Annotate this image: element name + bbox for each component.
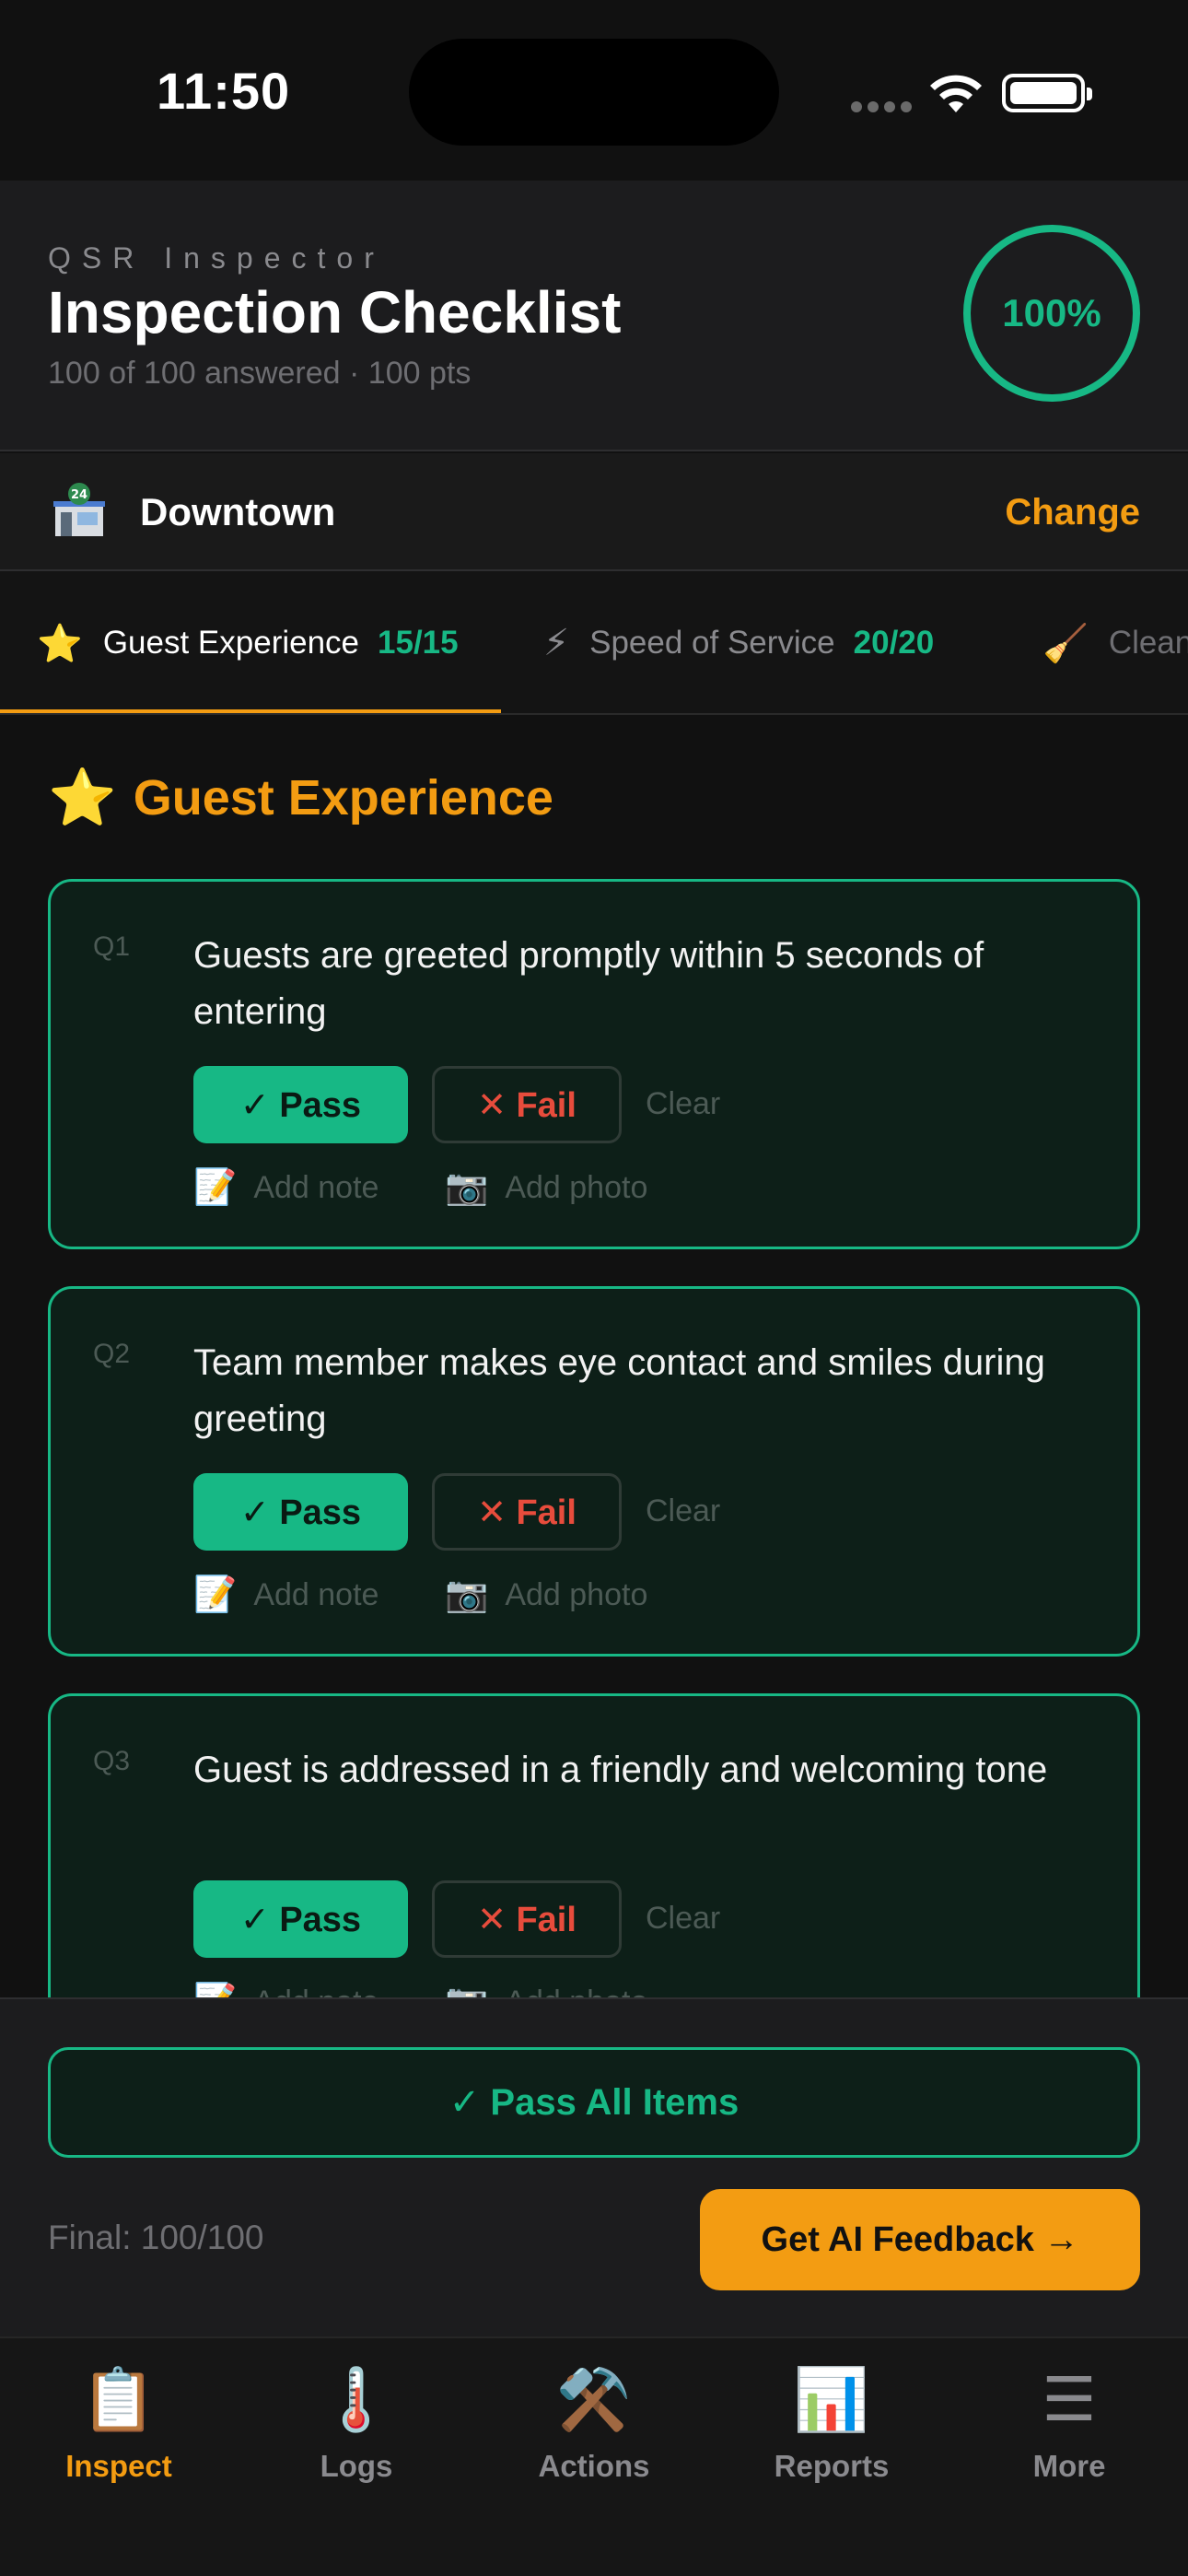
status-time: 11:50	[157, 62, 291, 120]
nav-label: More	[1032, 2449, 1106, 2483]
nav-reports[interactable]: 📊 Reports	[713, 2362, 950, 2484]
star-icon: ⭐	[48, 767, 117, 828]
clear-button[interactable]: Clear	[646, 1901, 720, 1937]
tab-label: Guest Experience	[102, 625, 360, 661]
memo-icon: 📝	[193, 1575, 238, 1614]
change-location-button[interactable]: Change	[1005, 492, 1140, 533]
pass-button[interactable]: ✓ Pass	[193, 1880, 408, 1958]
convenience-store-icon: 24	[53, 483, 105, 536]
question-text: Team member makes eye contact and smiles…	[193, 1342, 1045, 1439]
tab-guest-experience[interactable]: ⭐ Guest Experience 15/15	[37, 571, 459, 713]
progress-ring: 100%	[963, 225, 1140, 402]
tab-count: 20/20	[853, 625, 935, 661]
camera-icon: 📷	[445, 1575, 489, 1614]
add-photo-label: Add photo	[505, 1576, 648, 1612]
question-text: Guests are greeted promptly within 5 sec…	[193, 935, 984, 1032]
lightning-icon: ⚡	[543, 623, 570, 663]
app-label: QSR Inspector	[48, 241, 385, 275]
pass-button[interactable]: ✓ Pass	[193, 1066, 408, 1143]
question-number: Q1	[93, 931, 131, 962]
question-card: Q1 Guests are greeted promptly within 5 …	[48, 879, 1140, 1249]
nav-label: Actions	[538, 2449, 650, 2483]
add-photo-button[interactable]: 📷 Add photo	[445, 1575, 647, 1615]
question-card: Q2 Team member makes eye contact and smi…	[48, 1286, 1140, 1657]
thermometer-icon: 🌡️	[318, 2365, 395, 2433]
add-note-label: Add note	[253, 1169, 379, 1205]
nav-label: Inspect	[65, 2449, 172, 2483]
add-note-label: Add note	[253, 1985, 379, 1998]
final-score: Final: 100/100	[48, 2219, 264, 2256]
dynamic-island	[409, 39, 779, 146]
location-bar: 24 Downtown Change	[0, 453, 1188, 571]
fail-button[interactable]: ✕ Fail	[432, 1066, 622, 1143]
nav-more[interactable]: ☰ More	[950, 2362, 1188, 2484]
add-note-button[interactable]: 📝 Add note	[193, 1575, 379, 1615]
checklist-content[interactable]: ⭐ Guest Experience Q1 Guests are greeted…	[0, 717, 1188, 1997]
menu-icon: ☰	[1042, 2365, 1097, 2433]
question-card: Q3 Guest is addressed in a friendly and …	[48, 1693, 1140, 1997]
answered-summary: 100 of 100 answered · 100 pts	[48, 356, 472, 391]
section-title: ⭐ Guest Experience	[48, 765, 553, 830]
add-note-button[interactable]: 📝 Add note	[193, 1982, 379, 1997]
pass-all-button[interactable]: ✓ Pass All Items	[48, 2047, 1140, 2158]
fail-button[interactable]: ✕ Fail	[432, 1473, 622, 1551]
add-note-label: Add note	[253, 1576, 379, 1612]
add-photo-label: Add photo	[505, 1985, 647, 1998]
action-area: ✓ Pass All Items Final: 100/100 Get AI F…	[0, 1997, 1188, 2336]
broom-icon: 🧹	[1042, 623, 1089, 664]
clear-button[interactable]: Clear	[646, 1086, 720, 1122]
progress-value: 100%	[1002, 291, 1101, 334]
header: QSR Inspector Inspection Checklist 100 o…	[0, 181, 1188, 451]
pass-button[interactable]: ✓ Pass	[193, 1473, 408, 1551]
add-photo-button[interactable]: 📷 Add photo	[445, 1982, 647, 1997]
clear-button[interactable]: Clear	[646, 1493, 720, 1529]
camera-icon: 📷	[445, 1982, 488, 1997]
bar-chart-icon: 📊	[793, 2365, 870, 2433]
clipboard-icon: 📋	[80, 2365, 157, 2433]
nav-label: Reports	[774, 2449, 890, 2483]
star-icon: ⭐	[37, 623, 83, 664]
bottom-nav: 📋 Inspect 🌡️ Logs ⚒️ Actions 📊 Reports ☰…	[0, 2336, 1188, 2576]
cellular-signal-icon	[851, 101, 912, 112]
question-number: Q2	[93, 1339, 131, 1369]
tab-label: Clean	[1108, 625, 1188, 661]
nav-inspect[interactable]: 📋 Inspect	[0, 2362, 238, 2484]
fail-button[interactable]: ✕ Fail	[432, 1880, 622, 1958]
tools-icon: ⚒️	[555, 2365, 633, 2433]
nav-logs[interactable]: 🌡️ Logs	[238, 2362, 475, 2484]
camera-icon: 📷	[445, 1168, 489, 1207]
memo-icon: 📝	[193, 1168, 238, 1207]
nav-label: Logs	[320, 2449, 393, 2483]
nav-actions[interactable]: ⚒️ Actions	[475, 2362, 713, 2484]
store-name: Downtown	[140, 490, 336, 533]
question-text: Guest is addressed in a friendly and wel…	[193, 1750, 1048, 1790]
section-title-text: Guest Experience	[133, 769, 553, 825]
memo-icon: 📝	[193, 1982, 237, 1997]
page-title: Inspection Checklist	[48, 279, 622, 345]
category-tabs: ⭐ Guest Experience 15/15 ⚡ Speed of Serv…	[0, 571, 1188, 715]
active-tab-indicator	[0, 709, 501, 713]
tab-count: 15/15	[378, 625, 459, 661]
add-note-button[interactable]: 📝 Add note	[193, 1167, 379, 1208]
status-bar: 11:50	[0, 0, 1188, 181]
add-photo-button[interactable]: 📷 Add photo	[445, 1167, 647, 1208]
wifi-icon	[930, 75, 982, 112]
question-number: Q3	[93, 1746, 131, 1776]
get-ai-feedback-button[interactable]: Get AI Feedback →	[700, 2189, 1140, 2290]
tab-label: Speed of Service	[589, 625, 835, 661]
tab-cleanliness[interactable]: 🧹 Clean	[1042, 571, 1188, 713]
add-photo-label: Add photo	[505, 1169, 648, 1205]
svg-text:24: 24	[71, 488, 87, 502]
tab-speed-of-service[interactable]: ⚡ Speed of Service 20/20	[543, 571, 935, 713]
battery-icon	[1002, 74, 1092, 112]
